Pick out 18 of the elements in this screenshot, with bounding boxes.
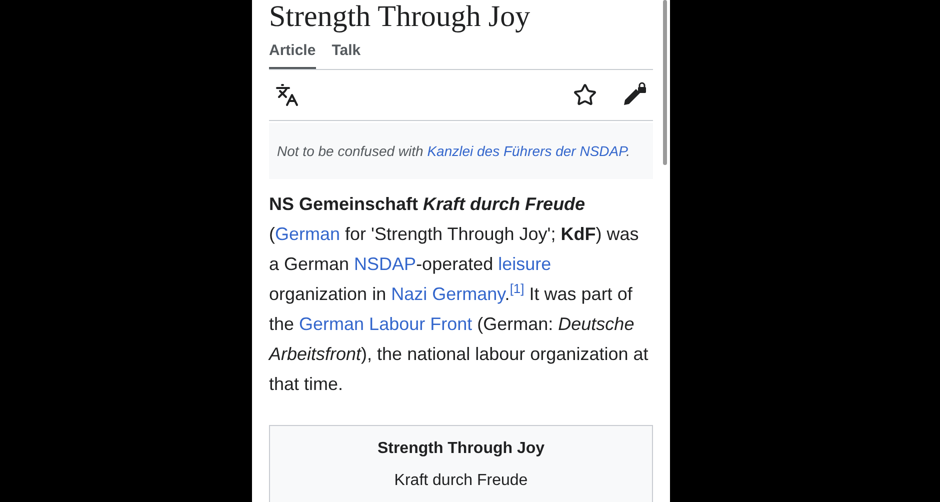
page-title: Strength Through Joy bbox=[269, 0, 532, 34]
star-icon[interactable] bbox=[573, 82, 597, 106]
article-link[interactable]: leisure bbox=[498, 254, 552, 274]
tab[interactable]: Article bbox=[269, 34, 316, 68]
hatnote-link[interactable]: Kanzlei des Führers der NSDAP bbox=[427, 142, 626, 158]
lead-paragraph: NS Gemeinschaft Kraft durch Freude (German for 'Strength Through Joy'; KdF) was a German NSDAP-operated leisure organization in Nazi Germany.$^{[1]}$ It was part of the German Labour Front (German: Deutsche Arbeitsfront), the national labour organization at that time. bbox=[269, 192, 650, 396]
scrollbar[interactable] bbox=[663, 0, 667, 165]
article-link[interactable]: Nazi Germany bbox=[391, 284, 505, 304]
article-link[interactable]: NSDAP bbox=[354, 254, 416, 274]
article-link[interactable]: German bbox=[275, 224, 340, 244]
reference-link[interactable]: [1] bbox=[510, 281, 524, 296]
infobox-title: Strength Through Joy bbox=[377, 438, 545, 458]
language-icon[interactable] bbox=[275, 82, 299, 106]
tab[interactable]: Talk bbox=[332, 34, 361, 68]
infobox-subtitle: Kraft durch Freude bbox=[394, 470, 528, 490]
article-link[interactable]: German Labour Front bbox=[299, 314, 472, 334]
pencil-lock-icon[interactable] bbox=[621, 82, 647, 108]
hatnote: Not to be confused with Kanzlei des Führers der NSDAP. bbox=[269, 122, 653, 178]
